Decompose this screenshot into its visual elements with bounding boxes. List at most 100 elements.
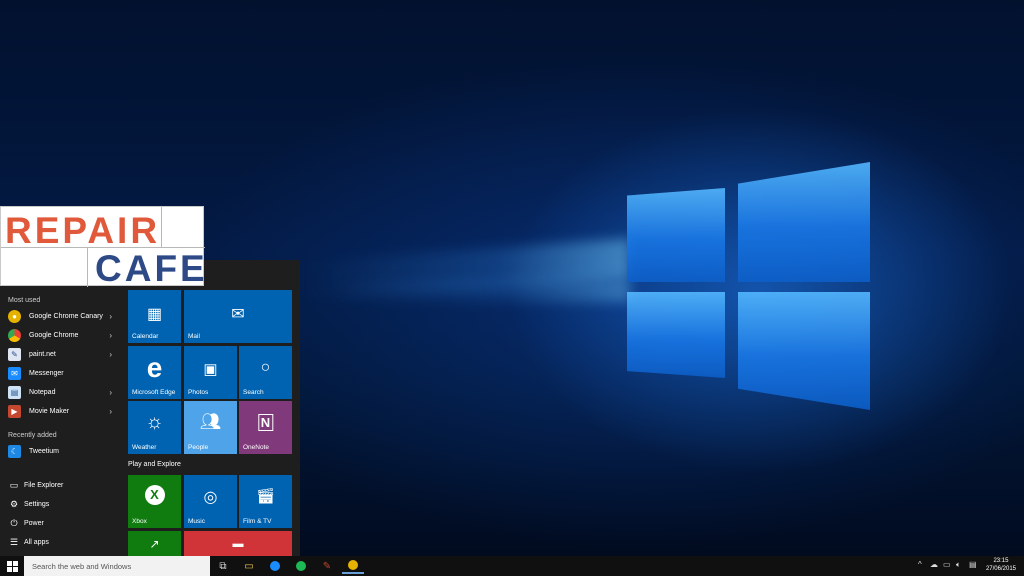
volume-icon[interactable]: 🔈︎ [956,560,961,570]
app-item-chrome[interactable]: Google Chrome › [0,326,124,345]
task-view-icon[interactable]: ⧉ [212,558,234,574]
tile-label: Xbox [132,518,147,525]
app-item-label: Google Chrome Canary [29,313,103,320]
settings-label: Settings [24,500,50,508]
tile-film-tv[interactable]: 🎬︎ Film & TV [239,475,292,528]
tile-photos[interactable]: ▣ Photos [184,346,237,399]
app-item-label: Movie Maker [29,408,70,415]
tile-xbox[interactable]: X Xbox [128,475,181,528]
app-item-notepad[interactable]: ▤ Notepad › [0,383,124,402]
messenger-taskbar-icon[interactable] [264,558,286,574]
newspaper-icon: ▬ [232,538,244,550]
windows-icon [6,560,18,572]
power-label: Power [24,519,44,527]
tile-label: OneNote [243,444,270,451]
messenger-icon: ✉ [8,367,21,380]
app-item-label: Google Chrome [29,332,79,339]
onedrive-icon[interactable]: ☁ [930,560,938,569]
mail-icon: ✉ [231,306,245,323]
repair-cafe-logo: REPAIR CAFE [0,206,205,289]
tile-label: Mail [188,333,200,340]
windows-logo-pane [627,292,725,378]
clapperboard-icon: 🎬︎ [255,488,276,505]
search-placeholder: Search the web and Windows [32,562,132,571]
spotify-taskbar-icon[interactable] [290,558,312,574]
paintnet-icon: ✎ [8,348,21,361]
app-item-paintnet[interactable]: ✎ paint.net › [0,345,124,364]
logo-divider [161,207,162,247]
notepad-icon: ▤ [8,386,21,399]
app-item-label: paint.net [29,351,56,358]
clock-date: 27/06/2015 [985,566,1016,572]
tile-label: Weather [132,444,157,451]
chevron-right-icon[interactable]: › [109,331,112,340]
all-apps-button[interactable]: ☰ All apps [0,533,124,551]
tile-label: People [188,444,209,451]
chevron-right-icon[interactable]: › [109,388,112,397]
tile-label: Music [188,518,205,525]
taskbar-clock[interactable]: 23:15 27/06/2015 [986,557,1016,573]
chevron-right-icon[interactable]: › [109,312,112,321]
folder-icon: ▭ [9,479,19,490]
power-button[interactable]: ⏻ Power [0,514,124,532]
people-icon: 👥︎ [199,412,222,431]
app-item-tweetium[interactable]: ☾ Tweetium [0,442,124,461]
logo-text-repair: REPAIR [5,210,161,251]
play-and-explore-label: Play and Explore [128,461,181,468]
start-menu-app-list: Most used ● Google Chrome Canary › Googl… [0,290,124,556]
app-item-label: Messenger [29,370,64,377]
app-item-label: Notepad [29,389,56,396]
chevron-up-icon[interactable]: ^ [918,560,922,569]
chevron-right-icon[interactable]: › [109,350,112,359]
paintnet-taskbar-icon[interactable]: ✎ [316,558,338,574]
all-apps-label: All apps [24,538,49,546]
tile-money[interactable]: ↗ [128,531,181,556]
cortana-icon: ○ [260,359,271,376]
clock-time: 23:15 [993,558,1009,564]
settings-button[interactable]: ⚙ Settings [0,495,124,513]
tile-label: Search [243,389,264,396]
file-explorer-label: File Explorer [24,481,64,489]
xbox-icon: X [144,485,165,505]
music-disc-icon: ◎ [203,489,218,506]
taskbar-search-box[interactable]: Search the web and Windows [24,556,210,576]
windows-logo-pane [738,292,870,410]
tile-microsoft-edge[interactable]: e Microsoft Edge [128,346,181,399]
app-item-label: Tweetium [29,448,59,455]
windows-logo-pane [738,162,870,282]
taskbar: Search the web and Windows ⧉ ▭ ✎ ^ ☁ ▭ 🔈… [0,556,1024,576]
start-button[interactable] [0,556,24,576]
tile-weather[interactable]: ☼ Weather [128,401,181,454]
tile-mail[interactable]: ✉ Mail [184,290,292,343]
app-item-chrome-canary[interactable]: ● Google Chrome Canary › [0,307,124,326]
tile-news[interactable]: ▬ [184,531,292,556]
gear-icon: ⚙ [9,498,19,509]
tile-calendar[interactable]: ▦ Calendar [128,290,181,343]
most-used-label: Most used [8,297,41,304]
action-center-icon[interactable]: ▤ [969,560,977,569]
start-menu: Most used ● Google Chrome Canary › Googl… [0,260,300,556]
app-item-movie-maker[interactable]: ▶ Movie Maker › [0,402,124,421]
recently-added-label: Recently added [8,432,57,439]
tile-label: Microsoft Edge [132,389,176,396]
tile-search[interactable]: ○ Search [239,346,292,399]
network-icon[interactable]: ▭ [943,560,951,569]
logo-text-cafe: CAFE [95,248,208,289]
photos-icon: ▣ [203,361,218,378]
tile-onenote[interactable]: N OneNote [239,401,292,454]
file-explorer-button[interactable]: ▭ File Explorer [0,476,124,494]
logo-divider [87,247,88,287]
calendar-icon: ▦ [146,306,163,323]
tweetium-icon: ☾ [8,445,21,458]
chrome-canary-taskbar-icon[interactable] [342,558,364,574]
onenote-icon: N [257,414,274,431]
tile-people[interactable]: 👥︎ People [184,401,237,454]
list-icon: ☰ [9,536,19,547]
file-explorer-taskbar-icon[interactable]: ▭ [238,558,260,574]
tile-music[interactable]: ◎ Music [184,475,237,528]
app-item-messenger[interactable]: ✉ Messenger [0,364,124,383]
movie-maker-icon: ▶ [8,405,21,418]
chart-up-icon: ↗ [149,537,160,551]
chevron-right-icon[interactable]: › [109,407,112,416]
tile-label: Calendar [132,333,159,340]
